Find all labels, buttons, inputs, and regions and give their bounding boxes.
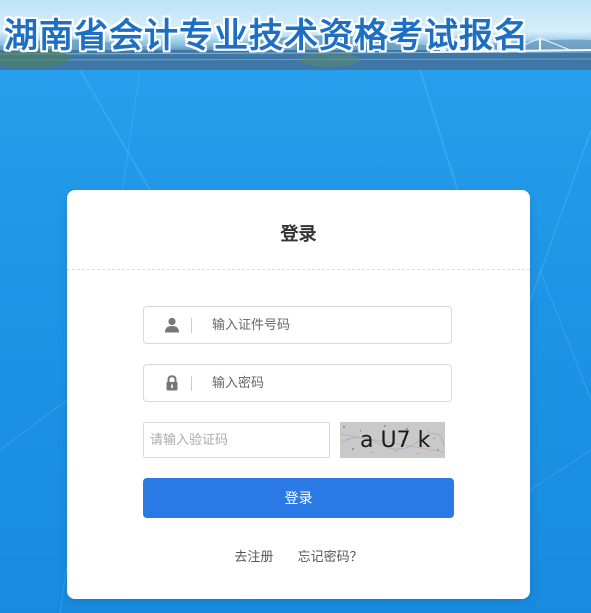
captcha-text: a U7 k (360, 428, 431, 453)
banner-title: 湖南省会计专业技术资格考试报名 (4, 16, 529, 56)
title-divider (67, 269, 530, 270)
lock-icon (164, 375, 180, 391)
user-icon (164, 317, 180, 333)
login-title: 登录 (280, 224, 317, 245)
captcha-image[interactable]: a U7 k (340, 422, 445, 458)
login-card: 登录 输入证件号码 请输入验证码 a U7 k 登录 去注册 忘记密码？ (67, 190, 530, 599)
password-input[interactable] (212, 366, 442, 400)
password-field (143, 364, 452, 402)
register-link[interactable]: 去注册 (234, 550, 273, 565)
forgot-password-link[interactable]: 忘记密码？ (298, 550, 363, 565)
footer-links: 去注册 忘记密码？ (67, 546, 530, 565)
captcha-input[interactable] (143, 422, 330, 458)
header-banner: 湖南省会计专业技术资格考试报名 (0, 0, 591, 70)
field-separator (191, 376, 192, 391)
field-separator (191, 318, 192, 333)
id-number-field (143, 306, 452, 344)
login-button[interactable]: 登录 (143, 478, 454, 518)
id-number-input[interactable] (212, 308, 442, 342)
